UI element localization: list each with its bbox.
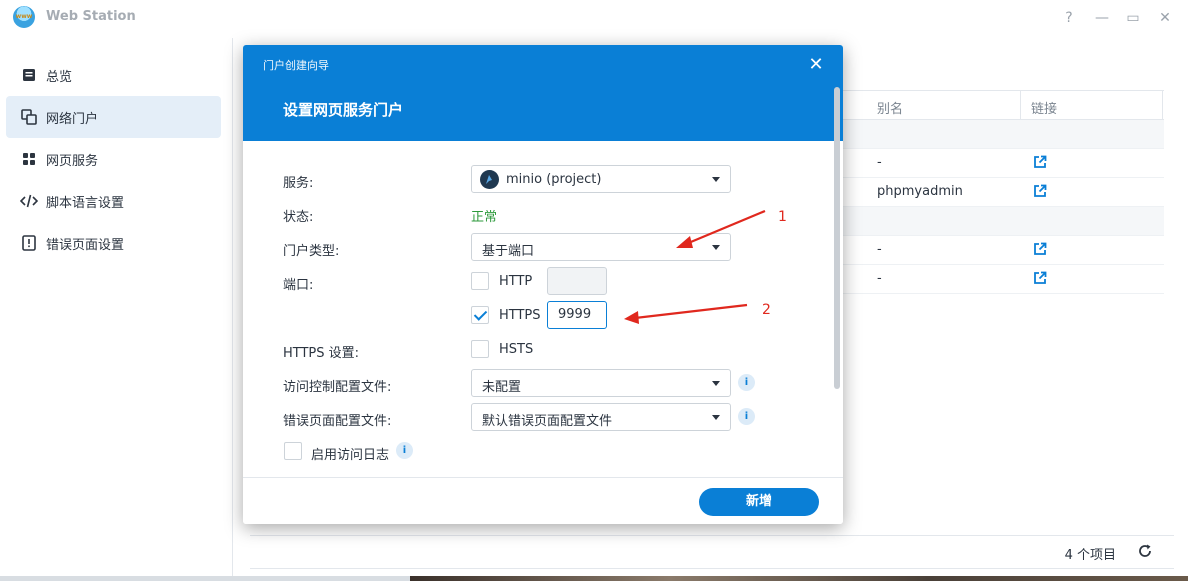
dialog-header: 门户创建向导 设置网页服务门户 ✕ — [243, 45, 843, 141]
chevron-down-icon — [712, 415, 720, 420]
sidebar: 总览 网络门户 网页服务 脚本语言设置 错误页面设置 — [0, 38, 233, 581]
sidebar-item-script-language[interactable]: 脚本语言设置 — [6, 180, 221, 222]
table-row[interactable]: phpmyadmin — [834, 178, 1164, 207]
external-link-icon[interactable] — [1033, 242, 1049, 258]
dialog-footer: 新增 — [243, 477, 843, 524]
sidebar-item-label: 错误页面设置 — [46, 237, 125, 253]
access-control-select[interactable]: 未配置 — [471, 369, 731, 397]
minio-icon — [480, 170, 499, 189]
hsts-checkbox[interactable] — [471, 340, 489, 358]
web-service-icon — [20, 150, 38, 168]
status-label: 状态: — [283, 210, 314, 225]
sidebar-item-label: 网页服务 — [46, 153, 99, 169]
minimize-icon[interactable]: — — [1091, 7, 1113, 29]
info-icon[interactable]: i — [738, 374, 755, 391]
chevron-down-icon — [712, 245, 720, 250]
sidebar-item-error-page[interactable]: 错误页面设置 — [6, 222, 221, 264]
error-page-profile-value: 默认错误页面配置文件 — [482, 414, 613, 429]
help-icon[interactable]: ? — [1058, 7, 1080, 29]
close-icon[interactable]: ✕ — [807, 56, 825, 74]
alias-cell: - — [877, 271, 882, 286]
portal-creation-wizard-dialog: 门户创建向导 设置网页服务门户 ✕ 服务: minio (project) 状态… — [243, 45, 843, 524]
service-select[interactable]: minio (project) — [471, 165, 731, 193]
access-control-value: 未配置 — [482, 380, 522, 395]
overview-icon — [20, 66, 38, 84]
alias-cell: phpmyadmin — [877, 184, 963, 199]
access-control-label: 访问控制配置文件: — [283, 380, 392, 395]
portal-icon — [20, 108, 38, 126]
error-page-profile-label: 错误页面配置文件: — [283, 414, 392, 429]
https-checkbox[interactable] — [471, 306, 489, 324]
service-value: minio (project) — [506, 172, 602, 187]
app-title: Web Station — [46, 9, 136, 24]
table-footer: 4 个项目 — [250, 535, 1174, 569]
sidebar-item-web-service[interactable]: 网页服务 — [6, 138, 221, 180]
scrollbar[interactable] — [834, 87, 840, 389]
http-port-input[interactable] — [547, 267, 607, 295]
https-label: HTTPS — [499, 308, 541, 323]
table-row[interactable]: - — [834, 236, 1164, 265]
desktop-background — [410, 576, 1188, 581]
item-count: 4 个项目 — [1064, 548, 1116, 563]
portal-type-label: 门户类型: — [283, 244, 340, 259]
https-port-input[interactable]: 9999 — [547, 301, 607, 329]
portal-type-select[interactable]: 基于端口 — [471, 233, 731, 261]
add-button[interactable]: 新增 — [699, 488, 819, 516]
sidebar-item-label: 脚本语言设置 — [46, 195, 125, 211]
wizard-title: 门户创建向导 — [263, 59, 329, 72]
error-page-profile-select[interactable]: 默认错误页面配置文件 — [471, 403, 731, 431]
web-station-logo-icon — [13, 6, 35, 28]
external-link-icon[interactable] — [1033, 184, 1049, 200]
chevron-down-icon — [712, 177, 720, 182]
refresh-icon[interactable] — [1138, 544, 1154, 560]
maximize-icon[interactable]: ▭ — [1122, 7, 1144, 29]
column-header-link[interactable]: 链接 — [1031, 98, 1057, 117]
title-bar: Web Station ? — ▭ ✕ — [0, 0, 1188, 36]
sidebar-item-portal[interactable]: 网络门户 — [6, 96, 221, 138]
table-row[interactable] — [834, 120, 1164, 149]
info-icon[interactable]: i — [396, 442, 413, 459]
status-value: 正常 — [471, 210, 498, 225]
hsts-label: HSTS — [499, 342, 534, 357]
table-row[interactable] — [834, 207, 1164, 236]
access-log-label: 启用访问日志 — [311, 448, 390, 463]
portal-type-value: 基于端口 — [482, 244, 535, 259]
table-header: 别名 链接 — [834, 90, 1164, 121]
http-checkbox[interactable] — [471, 272, 489, 290]
sidebar-item-label: 总览 — [46, 69, 73, 85]
alias-cell: - — [877, 155, 882, 170]
column-header-alias[interactable]: 别名 — [877, 98, 903, 117]
port-label: 端口: — [283, 278, 314, 293]
chevron-down-icon — [712, 381, 720, 386]
info-icon[interactable]: i — [738, 408, 755, 425]
code-icon — [20, 192, 38, 210]
external-link-icon[interactable] — [1033, 271, 1049, 287]
sidebar-item-overview[interactable]: 总览 — [6, 54, 221, 96]
annotation-number-1: 1 — [778, 209, 787, 225]
error-page-icon — [20, 234, 38, 252]
alias-cell: - — [877, 242, 882, 257]
table-row[interactable]: - — [834, 265, 1164, 294]
table-row[interactable]: - — [834, 149, 1164, 178]
https-settings-label: HTTPS 设置: — [283, 346, 360, 361]
external-link-icon[interactable] — [1033, 155, 1049, 171]
service-label: 服务: — [283, 176, 314, 191]
close-window-icon[interactable]: ✕ — [1154, 7, 1176, 29]
step-title: 设置网页服务门户 — [283, 101, 404, 119]
sidebar-item-label: 网络门户 — [46, 111, 99, 127]
access-log-checkbox[interactable] — [284, 442, 302, 460]
http-label: HTTP — [499, 274, 533, 289]
annotation-number-2: 2 — [762, 302, 771, 318]
